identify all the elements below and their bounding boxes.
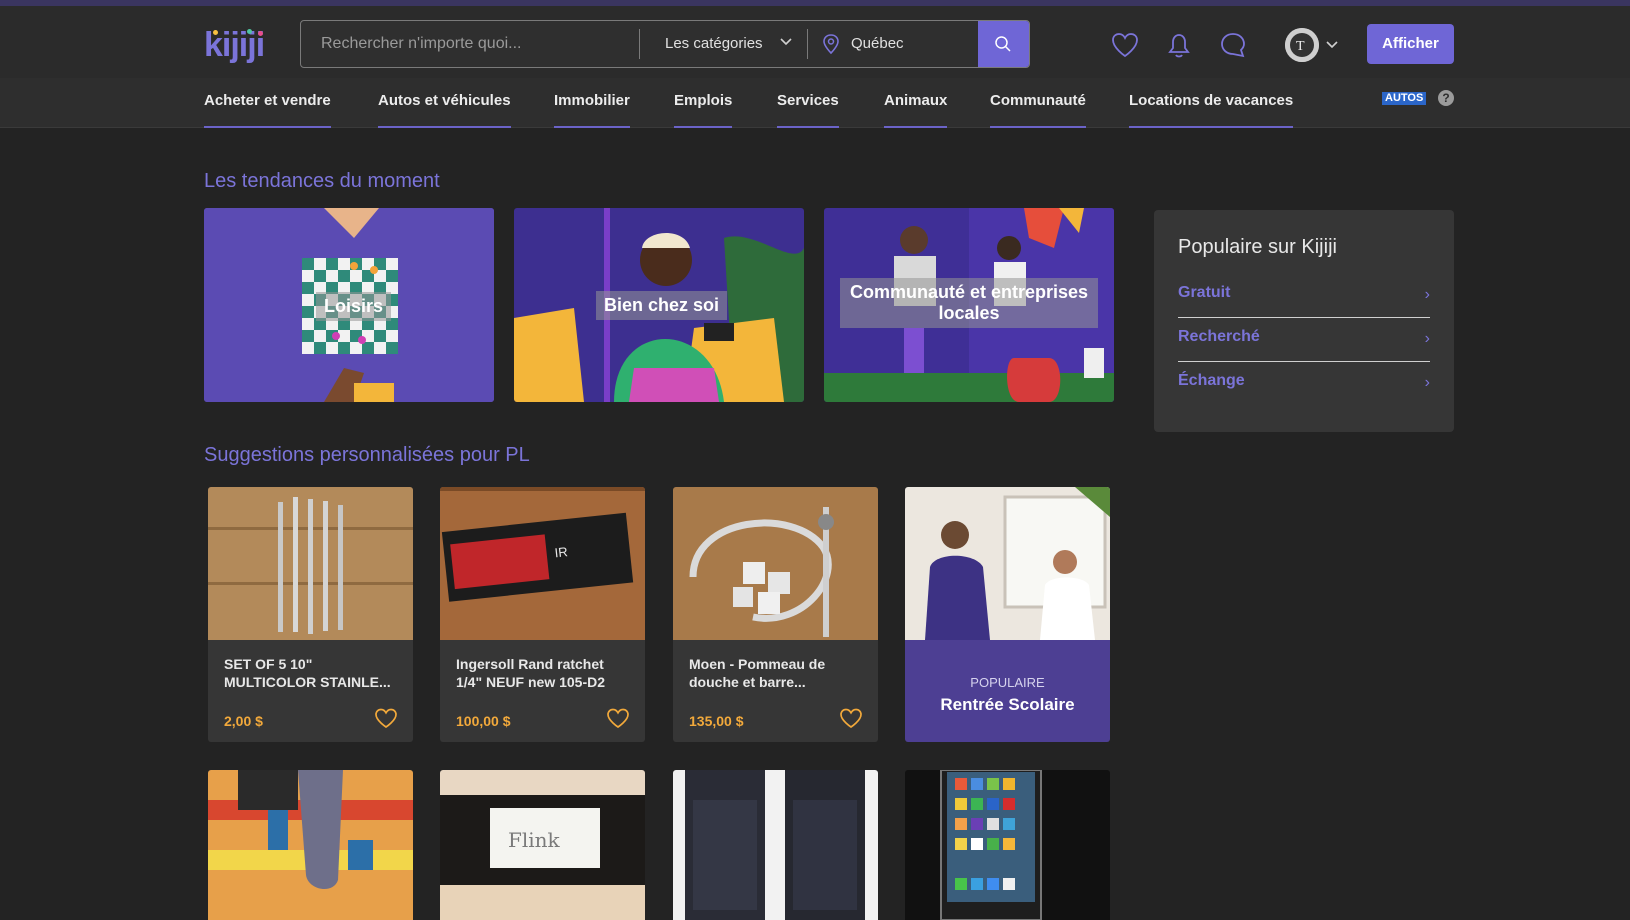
promo-footer xyxy=(905,640,1110,742)
listing-title: Moen - Pommeau de douche et barre... xyxy=(689,656,826,690)
listing-image xyxy=(673,487,878,640)
popular-link-gratuit[interactable]: Gratuit › xyxy=(1178,274,1430,318)
chat-icon[interactable] xyxy=(1218,30,1248,60)
svg-text:T: T xyxy=(1296,39,1305,54)
nav-item-jobs[interactable]: Emplois xyxy=(674,78,733,128)
header: kijiji Rechercher n'importe quoi... Les … xyxy=(0,6,1630,78)
listing-image xyxy=(208,770,413,920)
logo-dot xyxy=(247,29,252,34)
user-avatar-icon: T xyxy=(1285,28,1319,62)
listing-image xyxy=(673,770,878,920)
nav-item-real-estate[interactable]: Immobilier xyxy=(554,78,630,128)
nav-item-autos[interactable]: Autos et véhicules xyxy=(378,78,511,128)
popular-link-label: Gratuit xyxy=(1178,284,1231,301)
chevron-right-icon: › xyxy=(1424,330,1430,347)
logo-dot xyxy=(213,30,218,35)
nav-item-buy-sell[interactable]: Acheter et vendre xyxy=(204,78,331,128)
popular-title: Populaire sur Kijiji xyxy=(1178,236,1337,258)
trend-card-bien-chez-soi[interactable]: Bien chez soi xyxy=(514,208,804,402)
promo-name: Rentrée Scolaire xyxy=(940,695,1075,714)
autos-badge[interactable]: AUTOS xyxy=(1382,92,1427,105)
heart-icon[interactable] xyxy=(1110,30,1140,60)
listing-price: 135,00 $ xyxy=(689,713,744,729)
trend-card-communaute[interactable]: Communauté et entreprises locales xyxy=(824,208,1114,402)
trend-label: Communauté et entreprises locales xyxy=(840,278,1098,328)
popular-link-recherche[interactable]: Recherché › xyxy=(1178,318,1430,362)
trends-title: Les tendances du moment xyxy=(204,170,440,192)
listing-card[interactable]: Moen - Pommeau de douche et barre... 135… xyxy=(673,487,878,742)
svg-text:IR: IR xyxy=(554,544,568,560)
listing-image xyxy=(905,770,1110,920)
popular-link-label: Échange xyxy=(1178,372,1245,389)
listing-card[interactable] xyxy=(208,770,413,920)
kijiji-logo[interactable]: kijiji xyxy=(204,26,265,65)
chevron-down-icon[interactable] xyxy=(779,35,793,49)
listing-title: Ingersoll Rand ratchet 1/4" NEUF new 105… xyxy=(456,656,606,690)
listing-image: Flink xyxy=(440,770,645,920)
heart-icon[interactable] xyxy=(838,706,864,730)
heart-icon[interactable] xyxy=(373,706,399,730)
nav-item-vacation-rentals[interactable]: Locations de vacances xyxy=(1129,78,1294,128)
divider xyxy=(807,29,808,59)
trend-card-loisirs[interactable]: Loisirs xyxy=(204,208,494,402)
listing-price: 2,00 $ xyxy=(224,713,263,729)
search-bar: Rechercher n'importe quoi... Les catégor… xyxy=(300,20,1030,68)
nav-item-services[interactable]: Services xyxy=(777,78,839,128)
location-pin-icon xyxy=(823,34,839,55)
nav-item-community[interactable]: Communauté xyxy=(990,78,1086,128)
avatar[interactable]: T xyxy=(1285,28,1319,62)
nav-item-pets[interactable]: Animaux xyxy=(884,78,948,128)
listing-title: SET OF 5 10" MULTICOLOR STAINLE... xyxy=(224,656,391,690)
listing-card[interactable]: IR Ingersoll Rand ratchet 1/4" NEUF new … xyxy=(440,487,645,742)
logo-dot xyxy=(258,31,263,36)
listing-image-text: Flink xyxy=(508,828,561,852)
listing-card[interactable] xyxy=(905,770,1110,920)
trend-label: Bien chez soi xyxy=(596,291,728,320)
listing-card[interactable]: Flink xyxy=(440,770,645,920)
search-icon xyxy=(995,36,1011,52)
promo-card-rentree-scolaire[interactable]: POPULAIRE Rentrée Scolaire xyxy=(905,487,1110,742)
chevron-right-icon: › xyxy=(1424,374,1430,391)
heart-icon[interactable] xyxy=(605,706,631,730)
listing-card[interactable] xyxy=(673,770,878,920)
search-button[interactable] xyxy=(978,21,1029,67)
listing-card[interactable]: SET OF 5 10" MULTICOLOR STAINLE... 2,00 … xyxy=(208,487,413,742)
listing-image xyxy=(208,487,413,640)
promo-tag: POPULAIRE xyxy=(970,675,1045,690)
popular-link-echange[interactable]: Échange › xyxy=(1178,362,1430,406)
listing-image: IR xyxy=(440,487,645,640)
chevron-right-icon: › xyxy=(1424,286,1430,303)
suggestions-title: Suggestions personnalisées pour PL xyxy=(204,444,530,466)
category-select[interactable]: Les catégories xyxy=(665,21,763,67)
help-icon[interactable]: ? xyxy=(1438,90,1454,106)
popular-panel: Populaire sur Kijiji Gratuit › Recherché… xyxy=(1154,210,1454,432)
listing-price: 100,00 $ xyxy=(456,713,511,729)
bell-icon[interactable] xyxy=(1164,30,1194,60)
trend-label: Loisirs xyxy=(316,292,392,321)
popular-link-label: Recherché xyxy=(1178,328,1260,345)
post-ad-button[interactable]: Afficher xyxy=(1367,24,1454,64)
chevron-down-icon[interactable] xyxy=(1325,40,1339,50)
location-input[interactable]: Québec xyxy=(851,21,904,67)
students-image xyxy=(905,487,1110,640)
search-input[interactable]: Rechercher n'importe quoi... xyxy=(321,21,621,67)
divider xyxy=(639,29,640,59)
